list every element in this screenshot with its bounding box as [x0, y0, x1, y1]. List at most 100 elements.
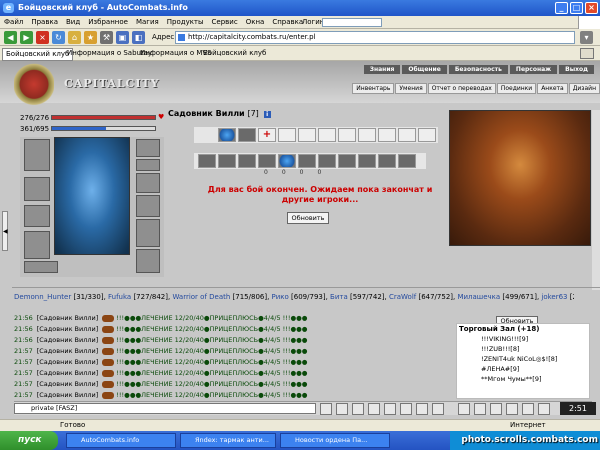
skill-slot[interactable]	[398, 128, 416, 142]
menu-item-favorites[interactable]: Избранное	[84, 16, 132, 29]
exit-icon[interactable]	[538, 403, 550, 415]
chat-author[interactable]: [Садовник Вилли]	[37, 347, 99, 355]
fullscreen-icon[interactable]: ◧	[132, 31, 145, 44]
boots-slot[interactable]	[136, 249, 160, 273]
task-yandex[interactable]: Яndex: тармак анти...	[180, 433, 276, 448]
skill-slot[interactable]	[378, 128, 396, 142]
page-scrollbar[interactable]	[592, 110, 600, 290]
login-input[interactable]	[322, 18, 382, 27]
online-player-name[interactable]: Рико	[272, 293, 289, 301]
close-button[interactable]: ×	[585, 2, 598, 14]
ring-slot[interactable]	[136, 173, 160, 193]
shield-slot[interactable]	[136, 219, 160, 247]
spell-slot[interactable]	[298, 154, 316, 168]
maximize-button[interactable]: □	[570, 2, 583, 14]
menu-item-tools[interactable]: Сервис	[208, 16, 242, 29]
spell-slot[interactable]	[378, 154, 396, 168]
spell-slot[interactable]	[238, 154, 256, 168]
menu-item-view[interactable]: Вид	[62, 16, 84, 29]
chat-author[interactable]: [Садовник Вилли]	[37, 325, 99, 333]
skill-slot[interactable]	[218, 128, 236, 142]
earring-slot[interactable]	[136, 139, 160, 157]
subnav-transfers[interactable]: Отчет о переводах	[427, 83, 496, 94]
heal-icon[interactable]: +	[258, 128, 276, 142]
map-icon[interactable]	[522, 403, 534, 415]
smile-icon[interactable]	[336, 403, 348, 415]
chat-author[interactable]: [Садовник Вилли]	[37, 314, 99, 322]
menu-item-products[interactable]: Продукты	[163, 16, 208, 29]
online-player-name[interactable]: Warrior of Death	[172, 293, 230, 301]
character-avatar[interactable]	[54, 137, 130, 255]
menu-item-windows[interactable]: Окна	[242, 16, 269, 29]
chat-author[interactable]: [Садовник Вилли]	[37, 336, 99, 344]
chat-author[interactable]: [Садовник Вилли]	[37, 369, 99, 377]
nav-exit[interactable]: Выход	[559, 65, 594, 74]
online-player-name[interactable]: Fufuka	[108, 293, 131, 301]
trade-user[interactable]: !!!VIKING!!![9]	[457, 334, 589, 344]
menu-item-file[interactable]: Файл	[0, 16, 27, 29]
trade-user[interactable]: !!!ZUB!!![8]	[457, 344, 589, 354]
friends-icon[interactable]	[506, 403, 518, 415]
spell-slot[interactable]	[318, 154, 336, 168]
weapon-slot[interactable]	[24, 205, 50, 227]
refresh-icon[interactable]: ↻	[52, 31, 65, 44]
window-icon[interactable]: ▣	[116, 31, 129, 44]
back-icon[interactable]: ◀	[4, 31, 17, 44]
necklace-slot[interactable]	[136, 159, 160, 171]
filter-icon[interactable]	[352, 403, 364, 415]
trade-user[interactable]: #ЛЕНА#[9]	[457, 364, 589, 374]
info-icon[interactable]: i	[263, 111, 271, 118]
skill-slot[interactable]	[238, 128, 256, 142]
nav-character[interactable]: Персонаж	[509, 65, 558, 74]
belt-slot[interactable]	[24, 261, 58, 273]
chat-author[interactable]: [Садовник Вилли]	[37, 380, 99, 388]
tools-icon[interactable]: ⚒	[100, 31, 113, 44]
chat-author[interactable]: [Садовник Вилли]	[37, 358, 99, 366]
pause-icon[interactable]	[458, 403, 470, 415]
spell-slot[interactable]	[258, 154, 276, 168]
spell-slot[interactable]	[278, 154, 296, 168]
tool-icon[interactable]	[432, 403, 444, 415]
task-news[interactable]: Новости ордена Па...	[280, 433, 390, 448]
subnav-design[interactable]: Дизайн	[568, 83, 600, 94]
spell-slot[interactable]	[398, 154, 416, 168]
armor-slot[interactable]	[24, 231, 50, 259]
nav-communication[interactable]: Общение	[402, 65, 447, 74]
refresh-button[interactable]: Обновить	[287, 212, 329, 224]
gloves-slot[interactable]	[136, 195, 160, 217]
skill-slot[interactable]	[338, 128, 356, 142]
amulet-slot[interactable]	[24, 177, 50, 201]
online-player-name[interactable]: CraWolf	[389, 293, 416, 301]
menu-item-edit[interactable]: Правка	[27, 16, 62, 29]
home-icon[interactable]: ⌂	[68, 31, 81, 44]
task-autocombats[interactable]: AutoCombats.info	[66, 433, 176, 448]
subnav-fights[interactable]: Поединки	[496, 83, 537, 94]
trade-user[interactable]: **Мгом Чумы**[9]	[457, 374, 589, 384]
chat-author[interactable]: [Садовник Вилли]	[37, 391, 99, 399]
arrow-icon[interactable]	[384, 403, 396, 415]
nav-security[interactable]: Безопасность	[448, 65, 508, 74]
spell-slot[interactable]	[218, 154, 236, 168]
online-player-name[interactable]: Бита	[330, 293, 348, 301]
online-player-name[interactable]: Demonn_Hunter	[14, 293, 71, 301]
helmet-slot[interactable]	[24, 139, 50, 171]
spell-slot[interactable]	[198, 154, 216, 168]
online-player-name[interactable]: joker63	[541, 293, 567, 301]
stop-icon[interactable]: ×	[36, 31, 49, 44]
trade-user[interactable]: !ZENIT4uk NiCoL◎$![8]	[457, 354, 589, 364]
send-icon[interactable]	[320, 403, 332, 415]
address-bar[interactable]: http://capitalcity.combats.ru/enter.pl	[175, 31, 575, 44]
clear-icon[interactable]	[368, 403, 380, 415]
start-button[interactable]: пуск	[0, 431, 58, 450]
message-input[interactable]: private [FASZ]	[14, 403, 316, 414]
forward-icon[interactable]: ▶	[20, 31, 33, 44]
spell-slot[interactable]	[338, 154, 356, 168]
tool-icon[interactable]	[416, 403, 428, 415]
minimize-button[interactable]: _	[555, 2, 568, 14]
nav-knowledge[interactable]: Знания	[363, 65, 401, 74]
skill-slot[interactable]	[418, 128, 436, 142]
skill-slot[interactable]	[278, 128, 296, 142]
favorites-icon[interactable]: ★	[84, 31, 97, 44]
link-fight-club-2[interactable]: Бойцовский клуб	[200, 48, 269, 59]
skill-slot[interactable]	[358, 128, 376, 142]
